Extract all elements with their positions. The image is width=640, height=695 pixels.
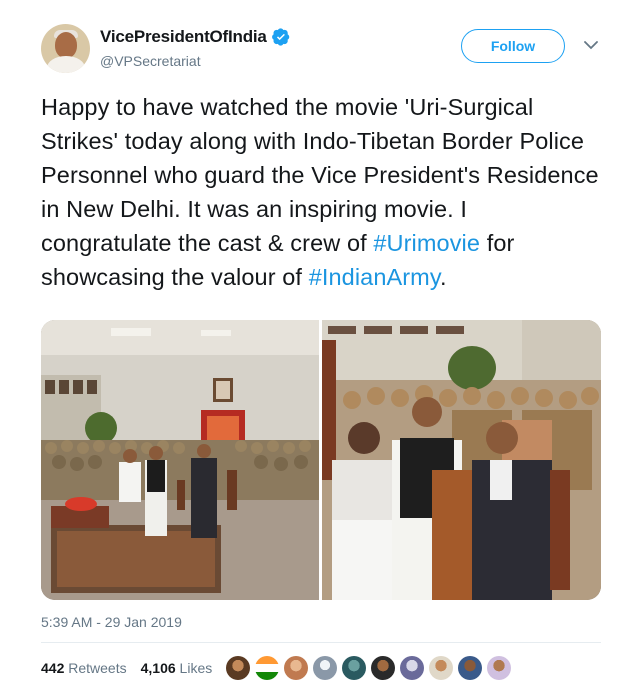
liker-avatar[interactable] xyxy=(255,656,279,680)
liker-avatar[interactable] xyxy=(458,656,482,680)
tweet-stats: 442 Retweets 4,106 Likes xyxy=(41,660,212,676)
chevron-down-icon[interactable] xyxy=(584,40,598,50)
likes-stat[interactable]: 4,106 Likes xyxy=(141,660,213,676)
hashtag-link[interactable]: #IndianArmy xyxy=(309,264,440,290)
author-name-row[interactable]: VicePresidentOfIndia xyxy=(100,27,290,47)
author-display-name[interactable]: VicePresidentOfIndia xyxy=(100,27,267,47)
hashtag-link[interactable]: #Urimovie xyxy=(373,230,480,256)
divider xyxy=(41,642,601,643)
tweet-text-part: . xyxy=(439,264,447,290)
tweet-text-part: Happy to have watched the movie 'Uri-Sur… xyxy=(41,94,599,256)
retweets-label: Retweets xyxy=(68,660,127,676)
author-avatar[interactable] xyxy=(41,24,90,73)
verified-badge-icon xyxy=(271,28,289,46)
liker-avatar[interactable] xyxy=(371,656,395,680)
photo-2-scene xyxy=(322,320,601,600)
retweets-count: 442 xyxy=(41,660,65,676)
tweet-photo-1[interactable] xyxy=(41,320,319,600)
tweet-timestamp[interactable]: 5:39 AM - 29 Jan 2019 xyxy=(41,614,182,630)
liker-avatar[interactable] xyxy=(400,656,424,680)
likes-count: 4,106 xyxy=(140,660,176,676)
likers-avatars xyxy=(226,656,511,680)
retweets-stat[interactable]: 442 Retweets xyxy=(41,660,127,676)
liker-avatar[interactable] xyxy=(487,656,511,680)
author-handle[interactable]: @VPSecretariat xyxy=(100,53,201,69)
liker-avatar[interactable] xyxy=(429,656,453,680)
liker-avatar[interactable] xyxy=(313,656,337,680)
likes-label: Likes xyxy=(179,660,213,676)
liker-avatar[interactable] xyxy=(342,656,366,680)
follow-button[interactable]: Follow xyxy=(461,29,565,63)
tweet-card: VicePresidentOfIndia @VPSecretariat Foll… xyxy=(0,0,640,695)
tweet-text: Happy to have watched the movie 'Uri-Sur… xyxy=(41,90,601,294)
tweet-photo-2[interactable] xyxy=(322,320,601,600)
photo-1-scene xyxy=(41,320,319,600)
liker-avatar[interactable] xyxy=(226,656,250,680)
liker-avatar[interactable] xyxy=(284,656,308,680)
